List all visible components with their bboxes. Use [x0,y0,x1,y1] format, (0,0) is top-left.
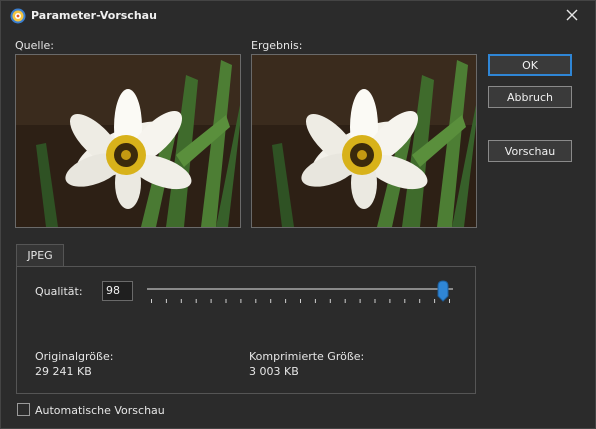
original-size-label: Originalgröße: [35,350,114,363]
slider-tick [359,299,361,303]
auto-preview-label[interactable]: Automatische Vorschau [35,404,165,417]
slider-thumb[interactable] [437,280,449,302]
quality-input[interactable]: 98 [102,281,133,301]
slider-tick [210,299,212,303]
original-size-value: 29 241 KB [35,365,92,378]
slider-tick [180,299,182,303]
slider-tick [314,299,316,303]
slider-tick [285,299,287,303]
slider-tick [270,299,272,303]
slider-tick [404,299,406,303]
slider-tick [255,299,257,303]
compressed-size-label: Komprimierte Größe: [249,350,365,363]
slider-tick [419,299,421,303]
close-button[interactable] [549,1,595,31]
slider-track [147,288,453,290]
parameter-preview-dialog: Parameter-Vorschau Quelle: Ergebnis: OK … [0,0,596,429]
cancel-button[interactable]: Abbruch [488,86,572,108]
quality-label: Qualität: [35,285,83,298]
title-bar[interactable]: Parameter-Vorschau [1,1,595,31]
ok-button[interactable]: OK [488,54,572,76]
slider-tick [344,299,346,303]
compressed-size-value: 3 003 KB [249,365,299,378]
result-label: Ergebnis: [251,39,303,52]
slider-tick [329,299,331,303]
tab-jpeg[interactable]: JPEG [16,244,64,266]
source-label: Quelle: [15,39,54,52]
result-preview-image [251,54,477,228]
slider-tick [240,299,242,303]
slider-tick [389,299,391,303]
preview-button[interactable]: Vorschau [488,140,572,162]
source-preview-image [15,54,241,228]
slider-tick [225,299,227,303]
slider-tick [449,299,450,303]
auto-preview-checkbox[interactable] [17,403,30,416]
window-title: Parameter-Vorschau [31,9,157,22]
quality-slider[interactable] [145,279,457,305]
slider-tick [151,299,152,303]
close-icon [566,9,578,24]
slider-tick [165,299,167,303]
slider-tick [434,299,436,303]
slider-tick [374,299,376,303]
slider-tick [300,299,301,303]
slider-tick [195,299,197,303]
app-icon [10,8,26,24]
